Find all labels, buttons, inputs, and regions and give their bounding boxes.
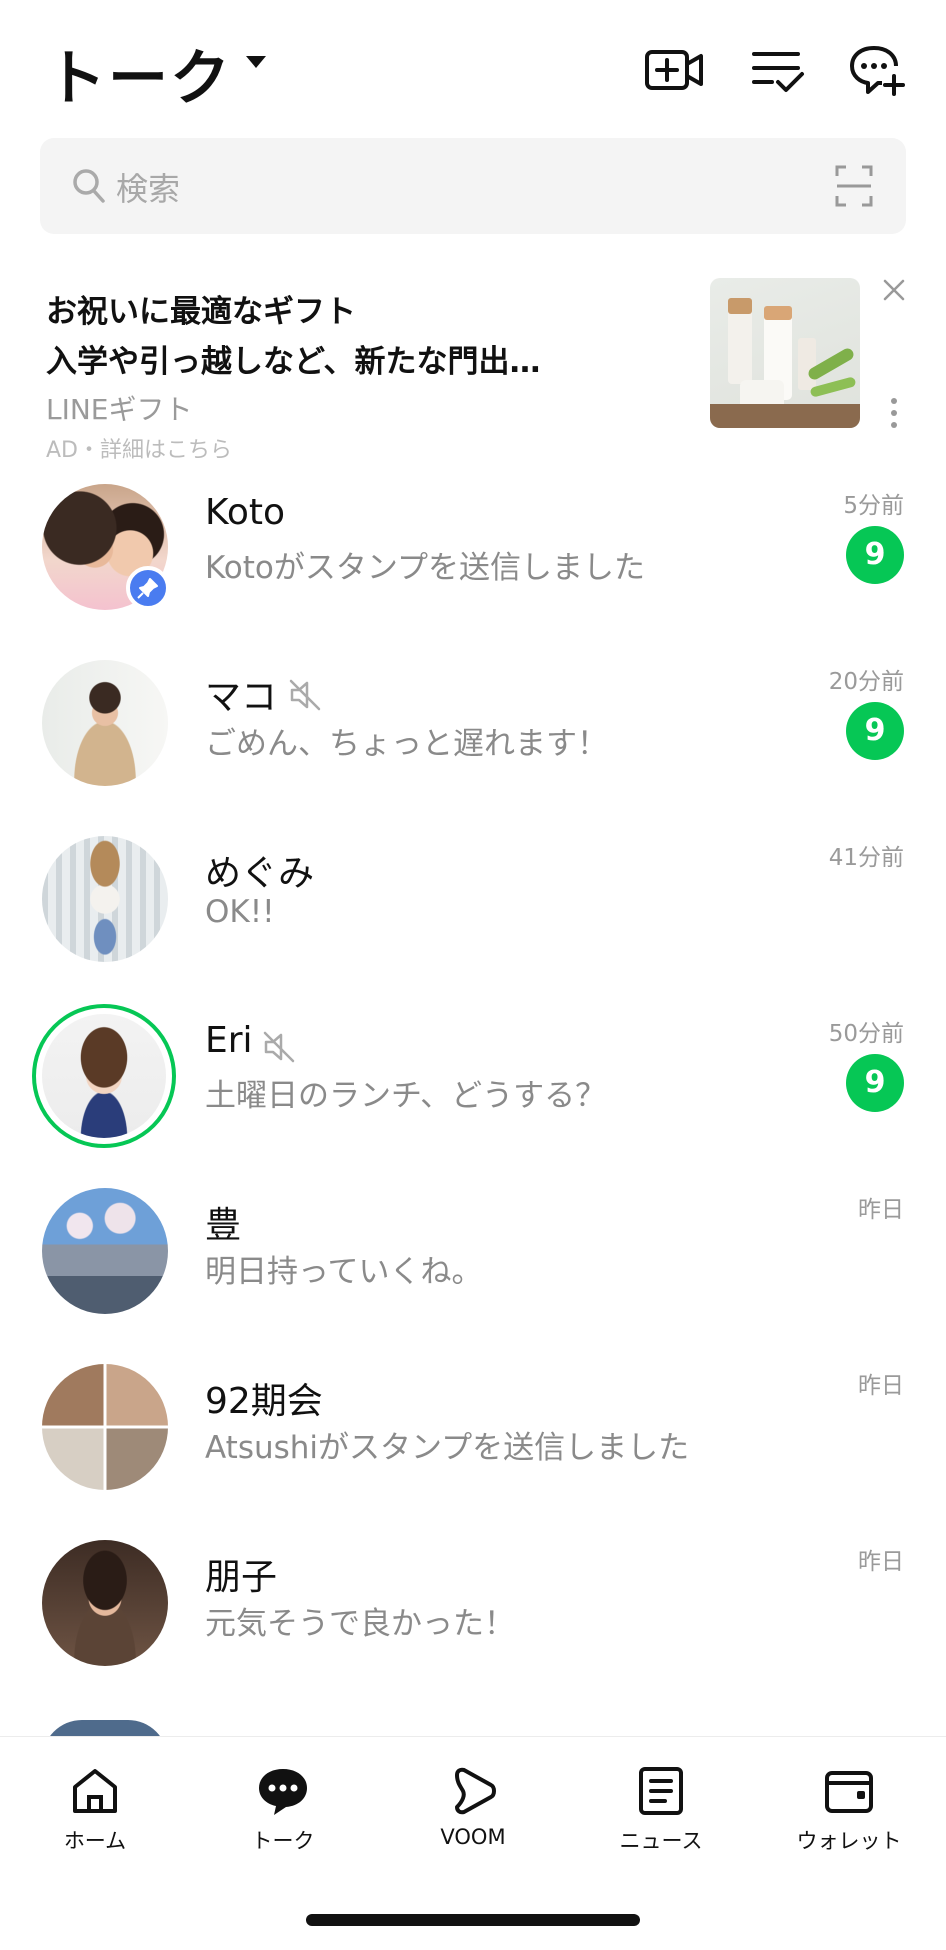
- chat-item-92kikai[interactable]: 92期会 Atsushiがスタンプを送信しました 昨日: [0, 1350, 946, 1526]
- home-indicator: [306, 1914, 640, 1926]
- scan-icon[interactable]: [834, 164, 874, 208]
- unread-badge: 9: [846, 526, 904, 584]
- mute-icon: [263, 1031, 295, 1063]
- search-input[interactable]: 検索: [116, 164, 180, 210]
- chat-name: Eri: [205, 1020, 253, 1061]
- close-icon[interactable]: [882, 278, 906, 302]
- new-chat-icon[interactable]: [848, 42, 908, 98]
- tab-label: ウォレット: [796, 1829, 902, 1853]
- news-icon: [639, 1767, 683, 1815]
- chat-name: マコ: [205, 677, 278, 718]
- home-icon: [73, 1769, 117, 1813]
- chat-name: 豊: [205, 1205, 242, 1246]
- avatar: [42, 1364, 168, 1490]
- unread-badge: 9: [846, 1054, 904, 1112]
- avatar: [42, 660, 168, 786]
- edit-list-icon[interactable]: [748, 42, 808, 98]
- chat-name: めぐみ: [205, 853, 315, 894]
- chat-item-yutaka[interactable]: 豊 明日持っていくね。 昨日: [0, 1174, 946, 1350]
- tab-wallet[interactable]: ウォレット: [764, 1765, 934, 1865]
- title-dropdown-icon[interactable]: [246, 56, 266, 68]
- mute-icon: [289, 679, 321, 711]
- tab-voom[interactable]: VOOM: [388, 1765, 558, 1865]
- ad-image[interactable]: [710, 278, 860, 428]
- chat-last-message: 明日持っていくね。: [205, 1254, 483, 1290]
- chat-last-message: Kotoがスタンプを送信しました: [205, 550, 645, 586]
- chat-name: 92期会: [205, 1381, 323, 1422]
- tab-talk[interactable]: トーク: [198, 1765, 368, 1865]
- chat-last-message: 元気そうで良かった！: [205, 1606, 515, 1642]
- header: トーク: [0, 0, 946, 130]
- chat-timestamp: 昨日: [858, 1373, 904, 1399]
- chat-timestamp: 昨日: [858, 1549, 904, 1575]
- search-bar[interactable]: 検索: [40, 138, 906, 234]
- avatar: [42, 1188, 168, 1314]
- tab-label: トーク: [251, 1829, 315, 1853]
- chat-item-megumi[interactable]: めぐみ OK!! 41分前: [0, 822, 946, 998]
- unread-badge: 9: [846, 702, 904, 760]
- chat-item-mako[interactable]: マコ ごめん、ちょっと遅れます！ 20分前 9: [0, 646, 946, 822]
- chat-name: Koto: [205, 492, 285, 533]
- ad-headline: お祝いに最適なギフト: [46, 294, 356, 330]
- voom-icon: [455, 1767, 496, 1815]
- chat-item-koto[interactable]: Koto Kotoがスタンプを送信しました 5分前 9: [0, 470, 946, 646]
- pin-icon: [126, 566, 170, 610]
- tab-label: ホーム: [63, 1829, 127, 1853]
- search-icon: [73, 169, 105, 203]
- chat-timestamp: 昨日: [858, 1197, 904, 1223]
- chat-timestamp: 20分前: [828, 669, 904, 695]
- tab-news[interactable]: ニュース: [576, 1765, 746, 1865]
- chat-timestamp: 41分前: [828, 845, 904, 871]
- video-call-icon[interactable]: [644, 42, 704, 98]
- talk-icon: [259, 1769, 307, 1815]
- tab-label: VOOM: [440, 1825, 506, 1849]
- tab-home[interactable]: ホーム: [10, 1765, 180, 1865]
- ad-details-link[interactable]: AD・詳細はこちら: [46, 432, 232, 464]
- chat-item-tomoko[interactable]: 朋子 元気そうで良かった！ 昨日: [0, 1526, 946, 1702]
- page-title[interactable]: トーク: [46, 30, 232, 117]
- chat-last-message: ごめん、ちょっと遅れます！: [205, 726, 608, 762]
- avatar: [42, 1540, 168, 1666]
- chat-timestamp: 5分前: [843, 493, 904, 519]
- more-icon[interactable]: [888, 396, 900, 430]
- wallet-icon: [825, 1771, 873, 1813]
- chat-last-message: OK!!: [205, 894, 275, 930]
- tab-label: ニュース: [619, 1829, 703, 1853]
- avatar: [42, 836, 168, 962]
- ad-brand: LINEギフト: [46, 393, 193, 426]
- chat-name: 朋子: [205, 1557, 278, 1598]
- chat-last-message: 土曜日のランチ、どうする？: [205, 1078, 607, 1114]
- chat-last-message: Atsushiがスタンプを送信しました: [205, 1430, 690, 1466]
- chat-timestamp: 50分前: [828, 1021, 904, 1047]
- avatar: [42, 1014, 166, 1138]
- ad-description: 入学や引っ越しなど、新たな門出…: [46, 344, 541, 380]
- chat-item-eri[interactable]: Eri 土曜日のランチ、どうする？ 50分前 9: [0, 998, 946, 1174]
- ad-banner[interactable]: お祝いに最適なギフト 入学や引っ越しなど、新たな門出… LINEギフト AD・詳…: [0, 270, 946, 463]
